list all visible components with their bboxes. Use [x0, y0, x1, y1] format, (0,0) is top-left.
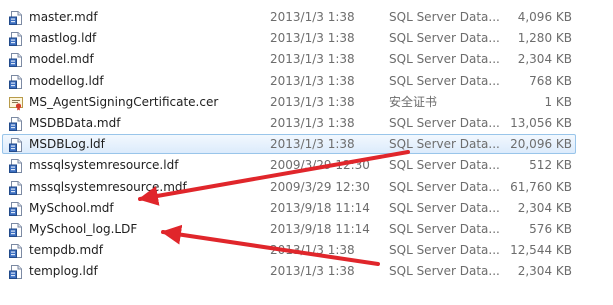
file-type: 安全证书 — [389, 95, 438, 109]
file-row-templog-ldf[interactable]: templog.ldf 2013/1/3 1:38 SQL Server Data.… — [2, 261, 576, 281]
file-date-modified: 2013/1/3 1:38 — [270, 137, 355, 151]
file-date-modified: 2013/1/3 1:38 — [270, 74, 355, 88]
file-row-myschool-mdf[interactable]: MySchool.mdf 2013/9/18 11:14 SQL Server Da… — [2, 198, 576, 218]
file-size: 512 KB — [529, 158, 572, 172]
file-row-model-mdf[interactable]: model.mdf 2013/1/3 1:38 SQL Server Data...… — [2, 49, 576, 69]
file-name: MySchool_log.LDF — [29, 222, 138, 236]
file-size: 2,304 KB — [517, 201, 572, 215]
certificate-icon — [8, 95, 24, 111]
file-name: MS_AgentSigningCertificate.cer — [29, 95, 219, 109]
file-name: mssqlsystemresource.ldf — [29, 158, 179, 172]
file-type: SQL Server Data... — [389, 243, 500, 257]
file-size: 2,304 KB — [517, 264, 572, 278]
sql-data-file-icon — [8, 158, 24, 174]
file-date-modified: 2013/1/3 1:38 — [270, 243, 355, 257]
sql-data-file-icon — [8, 222, 24, 238]
file-type: SQL Server Data... — [389, 10, 500, 24]
sql-data-file-icon — [8, 10, 24, 26]
file-row-myschool-log-ldf[interactable]: MySchool_log.LDF 2013/9/18 11:14 SQL Serve… — [2, 219, 576, 239]
file-size: 20,096 KB — [510, 137, 572, 151]
sql-data-file-icon — [8, 52, 24, 68]
sql-data-file-icon — [8, 137, 24, 153]
file-size: 576 KB — [529, 222, 572, 236]
file-list: master.mdf 2013/1/3 1:38 SQL Server Data..… — [0, 0, 613, 305]
file-date-modified: 2013/9/18 11:14 — [270, 201, 370, 215]
file-name: master.mdf — [29, 10, 98, 24]
sql-data-file-icon — [8, 116, 24, 132]
file-type: SQL Server Data... — [389, 158, 500, 172]
sql-data-file-icon — [8, 31, 24, 47]
file-date-modified: 2009/3/29 12:30 — [270, 158, 370, 172]
file-type: SQL Server Data... — [389, 222, 500, 236]
file-name: modellog.ldf — [29, 74, 104, 88]
file-row-mastlog-ldf[interactable]: mastlog.ldf 2013/1/3 1:38 SQL Server Data.… — [2, 28, 576, 48]
sql-data-file-icon — [8, 243, 24, 259]
sql-data-file-icon — [8, 264, 24, 280]
file-row-mssqlsystemresource-mdf[interactable]: mssqlsystemresource.mdf 2009/3/29 12:30 SQ… — [2, 177, 576, 197]
file-size: 4,096 KB — [517, 10, 572, 24]
file-type: SQL Server Data... — [389, 31, 500, 45]
file-row-msdbdata-mdf[interactable]: MSDBData.mdf 2013/1/3 1:38 SQL Server Data… — [2, 113, 576, 133]
file-type: SQL Server Data... — [389, 137, 500, 151]
file-row-mssqlsystemresource-ldf[interactable]: mssqlsystemresource.ldf 2009/3/29 12:30 SQ… — [2, 155, 576, 175]
file-type: SQL Server Data... — [389, 74, 500, 88]
file-type: SQL Server Data... — [389, 116, 500, 130]
file-row-ms-agentsigningcertificate-cer[interactable]: MS_AgentSigningCertificate.cer 2013/1/3 1… — [2, 92, 576, 112]
file-type: SQL Server Data... — [389, 264, 500, 278]
file-name: MSDBData.mdf — [29, 116, 121, 130]
file-name: tempdb.mdf — [29, 243, 103, 257]
file-size: 61,760 KB — [510, 180, 572, 194]
file-size: 1 KB — [544, 95, 572, 109]
file-date-modified: 2013/1/3 1:38 — [270, 52, 355, 66]
file-row-msdblog-ldf[interactable]: MSDBLog.ldf 2013/1/3 1:38 SQL Server Data.… — [2, 134, 576, 154]
file-name: mssqlsystemresource.mdf — [29, 180, 187, 194]
file-date-modified: 2009/3/29 12:30 — [270, 180, 370, 194]
file-date-modified: 2013/1/3 1:38 — [270, 31, 355, 45]
file-date-modified: 2013/1/3 1:38 — [270, 116, 355, 130]
file-row-tempdb-mdf[interactable]: tempdb.mdf 2013/1/3 1:38 SQL Server Data..… — [2, 240, 576, 260]
file-date-modified: 2013/1/3 1:38 — [270, 95, 355, 109]
file-name: MySchool.mdf — [29, 201, 114, 215]
file-size: 13,056 KB — [510, 116, 572, 130]
file-name: model.mdf — [29, 52, 94, 66]
file-size: 768 KB — [529, 74, 572, 88]
file-date-modified: 2013/9/18 11:14 — [270, 222, 370, 236]
sql-data-file-icon — [8, 180, 24, 196]
file-row-master-mdf[interactable]: master.mdf 2013/1/3 1:38 SQL Server Data..… — [2, 7, 576, 27]
file-size: 1,280 KB — [517, 31, 572, 45]
file-name: mastlog.ldf — [29, 31, 97, 45]
file-size: 12,544 KB — [510, 243, 572, 257]
file-type: SQL Server Data... — [389, 52, 500, 66]
file-name: templog.ldf — [29, 264, 98, 278]
sql-data-file-icon — [8, 74, 24, 90]
file-row-modellog-ldf[interactable]: modellog.ldf 2013/1/3 1:38 SQL Server Data… — [2, 71, 576, 91]
file-size: 2,304 KB — [517, 52, 572, 66]
sql-data-file-icon — [8, 201, 24, 217]
file-name: MSDBLog.ldf — [29, 137, 105, 151]
file-date-modified: 2013/1/3 1:38 — [270, 264, 355, 278]
file-date-modified: 2013/1/3 1:38 — [270, 10, 355, 24]
file-type: SQL Server Data... — [389, 180, 500, 194]
file-type: SQL Server Data... — [389, 201, 500, 215]
